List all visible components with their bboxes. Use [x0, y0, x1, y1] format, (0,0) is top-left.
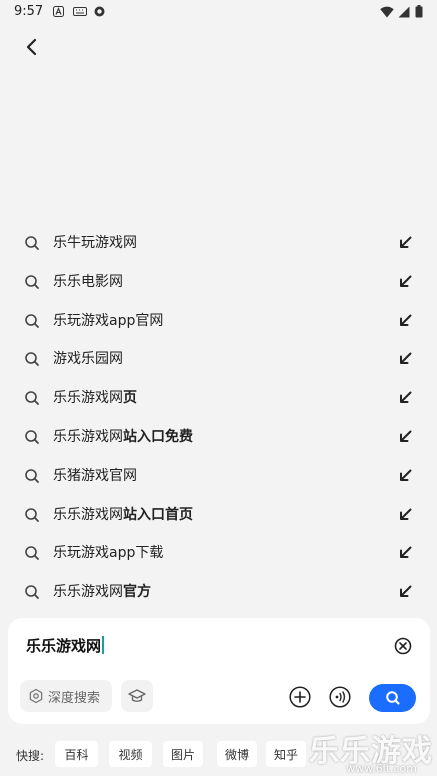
suggestion-text-plain: 乐乐游戏网	[53, 584, 123, 601]
app-a-icon	[53, 6, 64, 17]
suggestion-text: 乐玩游戏app官网	[53, 310, 163, 330]
status-time: 9:57	[14, 4, 44, 19]
signal-icon	[398, 6, 410, 18]
suggestion-text-plain: 游戏乐园网	[53, 351, 123, 368]
quick-chip[interactable]: 微博	[217, 741, 257, 767]
suggestion-text: 乐猪游戏官网	[53, 465, 137, 485]
suggestion-text: 乐乐电影网	[53, 271, 123, 291]
suggestion-item[interactable]: 乐乐游戏网页	[0, 378, 437, 417]
suggestion-text-plain: 乐乐游戏网	[53, 506, 123, 523]
search-icon	[25, 274, 39, 289]
search-input-text: 乐乐游戏网	[26, 637, 102, 655]
suggestion-item[interactable]: 乐猪游戏官网	[0, 456, 437, 495]
search-icon	[25, 352, 39, 367]
search-icon	[25, 391, 39, 406]
voice-icon[interactable]	[329, 686, 351, 708]
suggestion-text-bold: 站入口免费	[123, 428, 193, 445]
watermark-url: www.6lt.com	[346, 762, 417, 775]
add-icon[interactable]	[289, 686, 311, 708]
search-input[interactable]: 乐乐游戏网	[26, 635, 105, 656]
suggestion-text: 游戏乐园网	[53, 348, 123, 368]
fill-arrow-icon[interactable]	[398, 235, 413, 250]
status-bar: 9:57	[0, 0, 437, 24]
clear-icon[interactable]	[394, 637, 412, 655]
suggestion-item[interactable]: 乐乐游戏网站入口免费	[0, 417, 437, 456]
suggestion-item[interactable]: 乐乐游戏网站入口首页	[0, 495, 437, 534]
suggestion-text-bold: 官方	[123, 584, 151, 601]
academic-button[interactable]	[121, 680, 153, 712]
deep-search-button[interactable]: 深度搜索	[20, 680, 112, 712]
suggestion-text: 乐乐游戏网页	[53, 387, 137, 407]
keyboard-icon	[73, 7, 87, 16]
suggestion-text-bold: 页	[123, 390, 137, 407]
search-icon	[25, 585, 39, 600]
suggestion-item[interactable]: 乐牛玩游戏网	[0, 223, 437, 262]
site-watermark: 乐乐游戏 www.6lt.com	[309, 726, 437, 776]
suggestion-text-plain: 乐玩游戏app下载	[53, 545, 164, 562]
deep-search-label: 深度搜索	[48, 690, 101, 706]
suggestion-text: 乐乐游戏网站入口免费	[53, 426, 193, 446]
fill-arrow-icon[interactable]	[398, 351, 413, 366]
search-icon	[25, 236, 39, 250]
search-button[interactable]	[369, 684, 416, 712]
quick-search-label: 快搜:	[16, 749, 45, 763]
suggestion-text-plain: 乐乐电影网	[53, 273, 123, 290]
quick-chip[interactable]: 百科	[55, 741, 98, 767]
suggestion-list: 乐牛玩游戏网 乐乐电影网 乐玩游戏app官网 游戏乐园网 乐乐游戏网页 乐乐游戏网站入口免…	[0, 223, 437, 611]
search-icon	[25, 507, 39, 522]
quick-chip[interactable]: 图片	[163, 741, 203, 767]
sync-icon	[94, 6, 105, 17]
suggestion-item[interactable]: 乐乐游戏网官方	[0, 572, 437, 611]
search-card: 乐乐游戏网 深度搜索	[8, 618, 430, 724]
suggestion-text: 乐牛玩游戏网	[53, 232, 137, 252]
quick-chip[interactable]: 视频	[109, 741, 152, 767]
fill-arrow-icon[interactable]	[398, 468, 413, 483]
fill-arrow-icon[interactable]	[398, 429, 413, 444]
quick-chip[interactable]: 知乎	[266, 741, 306, 767]
fill-arrow-icon[interactable]	[398, 274, 413, 289]
search-icon	[385, 691, 400, 705]
search-icon	[25, 546, 39, 561]
suggestion-text-bold: 站入口首页	[123, 506, 193, 523]
suggestion-text-plain: 乐猪游戏官网	[53, 467, 137, 484]
battery-icon	[415, 5, 423, 18]
suggestion-text-plain: 乐玩游戏app官网	[53, 312, 164, 329]
fill-arrow-icon[interactable]	[398, 545, 413, 560]
chevron-left-icon	[26, 38, 37, 56]
deep-search-icon	[29, 688, 43, 704]
suggestion-item[interactable]: 游戏乐园网	[0, 339, 437, 378]
suggestion-text: 乐乐游戏网官方	[53, 581, 151, 601]
suggestion-item[interactable]: 乐乐电影网	[0, 262, 437, 301]
search-icon	[25, 313, 39, 328]
suggestion-text: 乐乐游戏网站入口首页	[53, 504, 193, 524]
fill-arrow-icon[interactable]	[398, 584, 413, 599]
suggestion-text: 乐玩游戏app下载	[53, 542, 163, 562]
fill-arrow-icon[interactable]	[398, 313, 413, 328]
graduation-cap-icon	[128, 689, 146, 702]
suggestion-text-plain: 乐乐游戏网	[53, 428, 123, 445]
fill-arrow-icon[interactable]	[398, 507, 413, 522]
search-icon	[25, 430, 39, 444]
suggestion-item[interactable]: 乐玩游戏app下载	[0, 533, 437, 572]
back-button[interactable]	[20, 35, 44, 59]
suggestion-item[interactable]: 乐玩游戏app官网	[0, 301, 437, 340]
wifi-icon	[380, 6, 394, 18]
suggestion-text-plain: 乐牛玩游戏网	[53, 235, 137, 251]
text-caret	[102, 636, 105, 654]
suggestion-text-plain: 乐乐游戏网	[53, 390, 123, 407]
search-icon	[25, 468, 39, 483]
fill-arrow-icon[interactable]	[398, 390, 413, 405]
